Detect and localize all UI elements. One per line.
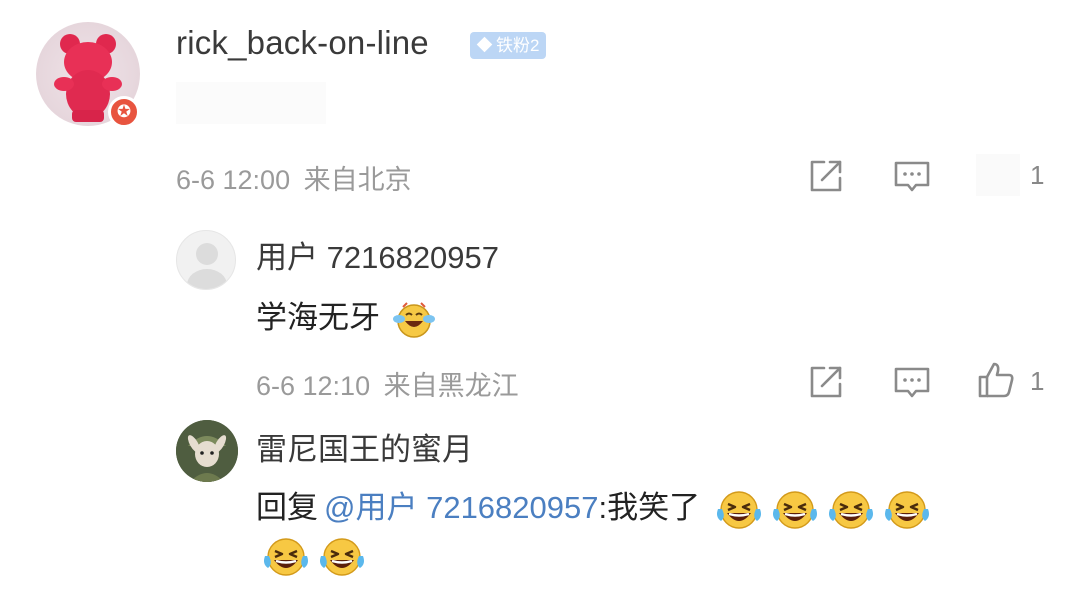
reply-body: 回复 @用户 7216820957:我笑了 — [256, 482, 933, 533]
laughing-crying-emoji-icon — [392, 302, 435, 338]
location: 来自黑龙江 — [383, 371, 519, 401]
emoji-row — [256, 537, 368, 576]
reply-text: 学海无牙 — [256, 300, 380, 335]
reply-text: :我笑了 — [598, 490, 701, 525]
like-count: 1 — [1030, 160, 1045, 190]
like-count: 1 — [1030, 366, 1045, 396]
comment-icon[interactable] — [892, 362, 932, 402]
location: 来自北京 — [303, 165, 412, 195]
comment-meta: 6-6 12:00 来自北京 — [176, 158, 412, 197]
laughing-tears-emoji-icon — [884, 491, 929, 529]
username[interactable]: 用户 7216820957 — [256, 232, 499, 277]
comment-body — [176, 82, 326, 124]
laughing-tears-emoji-icon — [772, 491, 817, 529]
diamond-icon — [476, 36, 493, 53]
user-avatar[interactable] — [176, 230, 236, 290]
username[interactable]: rick_back-on-line — [176, 24, 429, 62]
comment-icon[interactable] — [892, 156, 932, 196]
emoji-row — [709, 490, 933, 529]
reply-body-line2 — [256, 534, 368, 580]
rabbit-soldier-avatar-icon — [176, 420, 238, 482]
laughing-tears-emoji-icon — [264, 538, 308, 576]
fan-level-badge: 铁粉2 — [470, 32, 547, 59]
thumbs-up-icon[interactable] — [976, 360, 1016, 400]
user-avatar[interactable] — [176, 420, 238, 482]
timestamp: 6-6 12:00 — [176, 165, 291, 195]
default-avatar-icon — [187, 243, 227, 289]
comment-meta: 6-6 12:10 来自黑龙江 — [256, 364, 519, 403]
share-icon[interactable] — [806, 362, 846, 402]
laughing-tears-emoji-icon — [716, 491, 761, 529]
username[interactable]: 雷尼国王的蜜月 — [256, 424, 473, 469]
laughing-tears-emoji-icon — [320, 538, 364, 576]
reply-body: 学海无牙 — [256, 292, 439, 341]
verified-star-icon: ✪ — [108, 96, 140, 128]
timestamp: 6-6 12:10 — [256, 371, 371, 401]
fan-badge-label: 铁粉2 — [496, 36, 540, 55]
laughing-tears-emoji-icon — [828, 491, 873, 529]
mention-link[interactable]: @用户 7216820957 — [324, 490, 599, 525]
share-icon[interactable] — [806, 156, 846, 196]
like-button[interactable] — [976, 154, 1020, 196]
reply-prefix: 回复 — [256, 490, 318, 525]
